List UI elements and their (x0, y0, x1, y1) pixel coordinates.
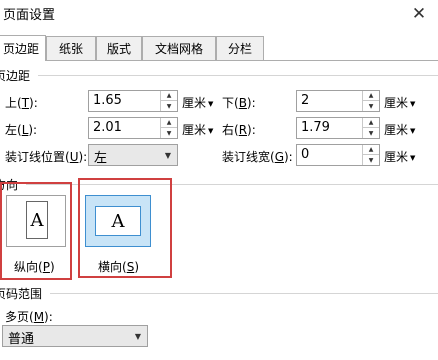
unit-dropdown-icon: ▼ (208, 126, 214, 135)
bottom-margin-label: 下(B): (222, 96, 256, 110)
top-margin-value: 1.65 (93, 93, 122, 108)
gutter-position-select[interactable]: 左 ▼ (88, 144, 178, 166)
right-margin-label: 右(R): (222, 123, 256, 137)
unit-dropdown-icon: ▼ (410, 153, 416, 162)
portrait-page-icon: A (26, 201, 48, 239)
left-margin-unit[interactable]: 厘米 ▼ (182, 121, 213, 138)
chevron-down-icon: ▼ (164, 151, 171, 160)
spin-up-icon[interactable]: ▲ (161, 118, 177, 128)
spin-up-icon[interactable]: ▲ (363, 118, 379, 128)
tab-margins[interactable]: 页边距 (0, 35, 46, 61)
spin-up-icon[interactable]: ▲ (363, 91, 379, 101)
tab-layout[interactable]: 版式 (96, 36, 142, 60)
bottom-margin-unit[interactable]: 厘米 ▼ (384, 94, 415, 111)
margins-section-label: 页边距 (0, 69, 31, 83)
bottom-margin-spinner[interactable]: 2 ▲ ▼ (296, 90, 380, 112)
spin-up-icon[interactable]: ▲ (161, 91, 177, 101)
right-margin-spinner[interactable]: 1.79 ▲ ▼ (296, 117, 380, 139)
gutter-position-label: 装订线位置(U): (5, 150, 88, 164)
left-margin-spinner[interactable]: 2.01 ▲ ▼ (88, 117, 178, 139)
top-margin-spinner[interactable]: 1.65 ▲ ▼ (88, 90, 178, 112)
spin-down-icon[interactable]: ▼ (363, 128, 379, 138)
pages-section-label: 页码范围 (0, 287, 43, 301)
spin-up-icon[interactable]: ▲ (363, 145, 379, 155)
pages-section-rule (50, 293, 438, 294)
multiple-pages-label: 多页(M): (5, 310, 53, 324)
top-margin-label: 上(T): (5, 96, 38, 110)
gutter-width-label: 装订线宽(G): (222, 150, 293, 164)
portrait-label: 纵向(P) (14, 260, 55, 274)
spin-down-icon[interactable]: ▼ (363, 101, 379, 111)
landscape-button[interactable]: A (85, 195, 151, 247)
spin-down-icon[interactable]: ▼ (161, 101, 177, 111)
right-margin-value: 1.79 (301, 120, 330, 135)
gutter-width-unit[interactable]: 厘米 ▼ (384, 148, 415, 165)
tab-bar-divider (0, 60, 438, 61)
unit-dropdown-icon: ▼ (410, 126, 416, 135)
chevron-down-icon: ▼ (134, 332, 141, 341)
margins-section-rule (38, 75, 438, 76)
landscape-label: 横向(S) (98, 260, 139, 274)
portrait-button[interactable]: A (6, 195, 66, 247)
gutter-width-value: 0 (301, 147, 310, 162)
multiple-pages-select[interactable]: 普通 ▼ (2, 325, 148, 347)
gutter-position-value: 左 (94, 151, 108, 166)
unit-dropdown-icon: ▼ (208, 99, 214, 108)
landscape-page-icon: A (95, 206, 141, 236)
spin-down-icon[interactable]: ▼ (161, 128, 177, 138)
close-icon[interactable]: ✕ (404, 1, 434, 27)
right-margin-unit[interactable]: 厘米 ▼ (384, 121, 415, 138)
left-margin-value: 2.01 (93, 120, 122, 135)
tab-columns[interactable]: 分栏 (216, 36, 264, 60)
tab-paper[interactable]: 纸张 (46, 36, 96, 60)
bottom-margin-value: 2 (301, 93, 310, 108)
spin-down-icon[interactable]: ▼ (363, 155, 379, 165)
dialog-title: 页面设置 (3, 8, 56, 23)
top-margin-unit[interactable]: 厘米 ▼ (182, 94, 213, 111)
tab-document-grid[interactable]: 文档网格 (142, 36, 216, 60)
multiple-pages-value: 普通 (8, 332, 35, 347)
left-margin-label: 左(L): (5, 123, 38, 137)
gutter-width-spinner[interactable]: 0 ▲ ▼ (296, 144, 380, 166)
unit-dropdown-icon: ▼ (410, 99, 416, 108)
